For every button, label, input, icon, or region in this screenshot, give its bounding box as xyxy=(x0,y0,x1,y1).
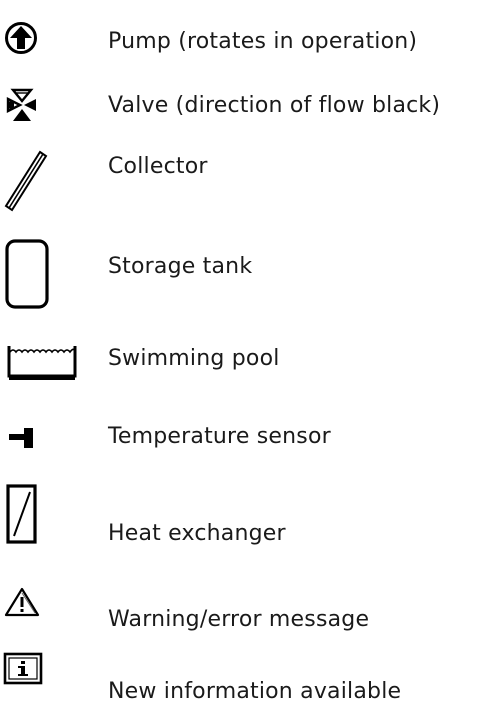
legend-item-info: New information available xyxy=(0,652,500,712)
collector-icon xyxy=(4,150,48,212)
legend-label-info: New information available xyxy=(108,679,402,704)
legend-label-valve: Valve (direction of flow black) xyxy=(108,93,441,118)
legend-item-pump: Pump (rotates in operation) xyxy=(0,14,500,74)
legend-label-warning: Warning/error message xyxy=(108,607,370,632)
legend-item-valve: Valve (direction of flow black) xyxy=(0,80,500,140)
swimming-pool-icon xyxy=(7,346,77,380)
heat-exchanger-icon xyxy=(6,484,37,544)
storage-tank-icon xyxy=(5,239,49,309)
legend-label-pump: Pump (rotates in operation) xyxy=(108,29,418,54)
legend-label-collector: Collector xyxy=(108,154,208,179)
legend-item-collector: Collector xyxy=(0,147,500,212)
legend-label-storage-tank: Storage tank xyxy=(108,254,253,279)
info-icon xyxy=(3,652,43,685)
legend-item-swimming-pool: Swimming pool xyxy=(0,330,500,390)
temperature-sensor-icon xyxy=(9,428,33,448)
valve-icon xyxy=(6,88,36,121)
legend-label-temperature-sensor: Temperature sensor xyxy=(108,424,331,449)
legend-label-heat-exchanger: Heat exchanger xyxy=(108,521,286,546)
warning-icon xyxy=(4,587,40,617)
legend-item-heat-exchanger: Heat exchanger xyxy=(0,482,500,546)
pump-icon xyxy=(5,22,37,54)
legend-item-warning: Warning/error message xyxy=(0,575,500,635)
legend-item-temperature-sensor: Temperature sensor xyxy=(0,407,500,467)
legend-item-storage-tank: Storage tank xyxy=(0,238,500,309)
legend-label-swimming-pool: Swimming pool xyxy=(108,346,280,371)
symbol-legend: Pump (rotates in operation) Valve (direc… xyxy=(0,0,500,713)
